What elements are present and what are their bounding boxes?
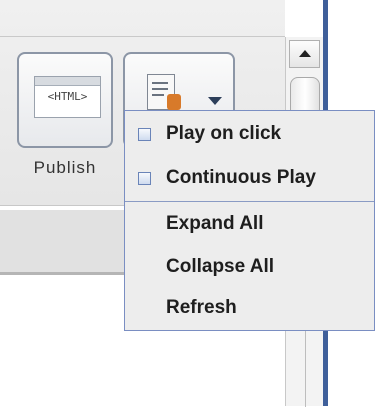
html-document-icon: <HTML> <box>34 76 101 118</box>
menu-item-play-on-click[interactable]: Play on click <box>125 114 374 154</box>
menu-item-label: Collapse All <box>166 256 275 277</box>
toolbar-divider <box>0 36 285 37</box>
publish-button[interactable]: <HTML> <box>17 52 113 148</box>
menu-item-label: Refresh <box>166 297 237 318</box>
checkbox-icon[interactable] <box>138 128 151 141</box>
popup-menu: Play on click Continuous Play Expand All… <box>124 110 375 331</box>
doc-line <box>152 94 164 96</box>
html-document-titlebar <box>35 77 100 86</box>
menu-item-label: Expand All <box>166 213 264 234</box>
menu-item-collapse-all[interactable]: Collapse All <box>125 247 374 287</box>
publish-label: Publish <box>33 158 97 177</box>
html-icon-text: <HTML> <box>47 90 88 103</box>
gear-shape <box>167 94 181 110</box>
doc-gear-icon <box>147 74 183 114</box>
doc-line <box>152 82 168 84</box>
doc-line <box>152 88 168 90</box>
menu-item-expand-all[interactable]: Expand All <box>125 204 374 244</box>
scroll-up-button[interactable] <box>289 40 320 68</box>
menu-item-label: Play on click <box>166 123 282 144</box>
checkbox-icon[interactable] <box>138 172 151 185</box>
menu-item-continuous-play[interactable]: Continuous Play <box>125 158 374 198</box>
menu-item-refresh[interactable]: Refresh <box>125 288 374 328</box>
chevron-down-icon[interactable] <box>208 97 222 105</box>
arrow-up-icon <box>299 50 311 57</box>
menu-item-label: Continuous Play <box>166 167 316 188</box>
menu-separator <box>125 201 374 202</box>
